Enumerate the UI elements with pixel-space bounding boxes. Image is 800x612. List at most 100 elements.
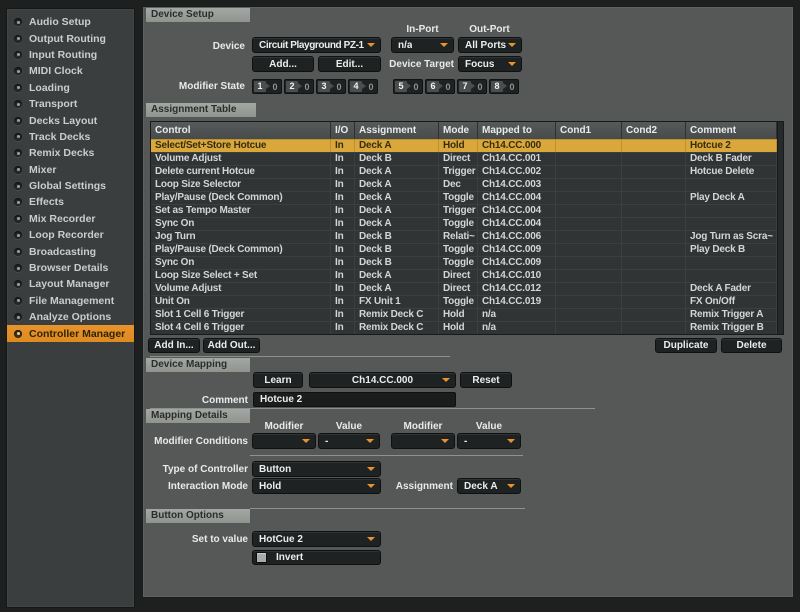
assignment-row[interactable]: Volume Adjust In Deck A Direct Ch14.CC.0… [151, 282, 777, 295]
cond1-value-select[interactable]: - [318, 433, 380, 449]
sidebar-item[interactable]: Global Settings [7, 178, 134, 194]
cond2-modifier-select[interactable] [391, 433, 455, 449]
modifier-number: 3 [318, 81, 330, 92]
sidebar-item[interactable]: Broadcasting [7, 243, 134, 259]
cell-control: Jog Turn [151, 230, 331, 243]
modifier-state-display: 1 0 [252, 79, 282, 94]
type-of-controller-select[interactable]: Button [252, 461, 381, 477]
sidebar-item[interactable]: Decks Layout [7, 112, 134, 128]
set-to-value-select[interactable]: HotCue 2 [252, 531, 381, 547]
sidebar-item-label: Input Routing [29, 49, 97, 61]
cell-cond2 [622, 295, 686, 308]
cell-cond1 [556, 178, 622, 191]
cell-io: In [331, 139, 355, 152]
learn-button[interactable]: Learn [253, 372, 303, 388]
in-port-select[interactable]: n/a [391, 37, 454, 53]
sidebar-item[interactable]: Browser Details [7, 260, 134, 276]
assignment-row[interactable]: Slot 1 Cell 6 Trigger In Remix Deck C Ho… [151, 308, 777, 321]
cell-mode: Toggle [439, 191, 478, 204]
cell-cond1 [556, 321, 622, 334]
sidebar-item[interactable]: Analyze Options [7, 309, 134, 325]
cell-mode: Hold [439, 308, 478, 321]
dropdown-arrow-icon [508, 62, 516, 66]
cell-io: In [331, 295, 355, 308]
invert-checkbox[interactable]: Invert [252, 550, 381, 565]
cell-mapped-to: Ch14.CC.003 [478, 178, 556, 191]
assignment-row[interactable]: Loop Size Select + Set In Deck A Direct … [151, 269, 777, 282]
cond1-modifier-select[interactable] [252, 433, 316, 449]
cell-cond1 [556, 152, 622, 165]
assignment-row[interactable]: Set as Tempo Master In Deck A Trigger Ch… [151, 204, 777, 217]
radio-bullet-icon [14, 51, 22, 59]
cell-io: In [331, 152, 355, 165]
interaction-mode-select[interactable]: Hold [252, 478, 381, 494]
sidebar-item[interactable]: Transport [7, 96, 134, 112]
assignment-row[interactable]: Loop Size Selector In Deck A Dec Ch14.CC… [151, 178, 777, 191]
cell-comment: Hotcue Delete [686, 165, 777, 178]
sidebar-item[interactable]: Track Decks [7, 129, 134, 145]
sidebar-item[interactable]: Loop Recorder [7, 227, 134, 243]
assignment-row[interactable]: Delete current Hotcue In Deck A Trigger … [151, 165, 777, 178]
sidebar-item[interactable]: Loading [7, 80, 134, 96]
out-port-select[interactable]: All Ports [458, 37, 522, 53]
cell-cond2 [622, 217, 686, 230]
dropdown-arrow-icon [367, 43, 375, 47]
sidebar-item[interactable]: Remix Decks [7, 145, 134, 161]
modifier-number: 1 [254, 81, 266, 92]
comment-input[interactable] [253, 392, 456, 407]
mapped-to-select[interactable]: Ch14.CC.000 [309, 372, 456, 388]
device-target-select[interactable]: Focus [458, 56, 522, 72]
assignment-table: ControlI/OAssignmentModeMapped toCond1Co… [150, 121, 784, 335]
assignment-row[interactable]: Play/Pause (Deck Common) In Deck B Toggl… [151, 243, 777, 256]
assignment-row[interactable]: Unit On In FX Unit 1 Toggle Ch14.CC.019 … [151, 295, 777, 308]
assignment-row[interactable]: Jog Turn In Deck B Relati~ Ch14.CC.006 J… [151, 230, 777, 243]
cond2-value-select[interactable]: - [457, 433, 521, 449]
sidebar-item[interactable]: Mix Recorder [7, 211, 134, 227]
cell-io: In [331, 230, 355, 243]
sidebar-item[interactable]: Layout Manager [7, 276, 134, 292]
add-device-button[interactable]: Add... [252, 56, 314, 72]
reset-button[interactable]: Reset [460, 372, 512, 388]
section-header-device-mapping: Device Mapping [146, 358, 250, 372]
assignment-row[interactable]: Volume Adjust In Deck B Direct Ch14.CC.0… [151, 152, 777, 165]
sidebar-item[interactable]: Output Routing [7, 30, 134, 46]
dropdown-arrow-icon [367, 467, 375, 471]
radio-bullet-icon [14, 133, 22, 141]
assignment-row[interactable]: Sync On In Deck B Toggle Ch14.CC.009 [151, 256, 777, 269]
cell-io: In [331, 321, 355, 334]
modifier-state-label: Modifier State [150, 80, 245, 93]
sidebar-item[interactable]: MIDI Clock [7, 63, 134, 79]
radio-bullet-icon [14, 330, 22, 338]
assignment-row[interactable]: Slot 4 Cell 6 Trigger In Remix Deck C Ho… [151, 321, 777, 334]
cell-mapped-to: Ch14.CC.001 [478, 152, 556, 165]
cell-cond2 [622, 243, 686, 256]
assignment-row[interactable]: Play/Pause (Deck Common) In Deck A Toggl… [151, 191, 777, 204]
sidebar-item-label: Mix Recorder [29, 213, 96, 225]
radio-bullet-icon [14, 182, 22, 190]
modifier-state-display: 3 0 [316, 79, 346, 94]
add-in-button[interactable]: Add In... [148, 338, 200, 353]
sidebar-item[interactable]: Audio Setup [7, 14, 134, 30]
delete-button[interactable]: Delete [721, 338, 782, 353]
table-scrollbar[interactable] [777, 122, 783, 334]
device-label: Device [175, 40, 245, 53]
mapped-to-select-value: Ch14.CC.000 [352, 375, 413, 386]
dropdown-arrow-icon [442, 378, 450, 382]
cell-assignment: Deck A [355, 139, 439, 152]
cell-assignment: Deck B [355, 256, 439, 269]
cell-assignment: Deck A [355, 204, 439, 217]
assignment-select[interactable]: Deck A [457, 478, 521, 494]
assignment-row[interactable]: Select/Set+Store Hotcue In Deck A Hold C… [151, 139, 777, 152]
radio-bullet-icon [14, 166, 22, 174]
sidebar-item[interactable]: File Management [7, 293, 134, 309]
duplicate-button[interactable]: Duplicate [655, 338, 717, 353]
sidebar-item[interactable]: Effects [7, 194, 134, 210]
add-out-button[interactable]: Add Out... [203, 338, 260, 353]
device-select[interactable]: Circuit Playground PZ-1 [252, 37, 381, 53]
assignment-row[interactable]: Sync On In Deck A Toggle Ch14.CC.004 [151, 217, 777, 230]
cell-mapped-to: Ch14.CC.010 [478, 269, 556, 282]
sidebar-item[interactable]: Input Routing [7, 47, 134, 63]
sidebar-item[interactable]: Controller Manager [7, 325, 134, 341]
cell-mode: Hold [439, 139, 478, 152]
sidebar-item[interactable]: Mixer [7, 162, 134, 178]
